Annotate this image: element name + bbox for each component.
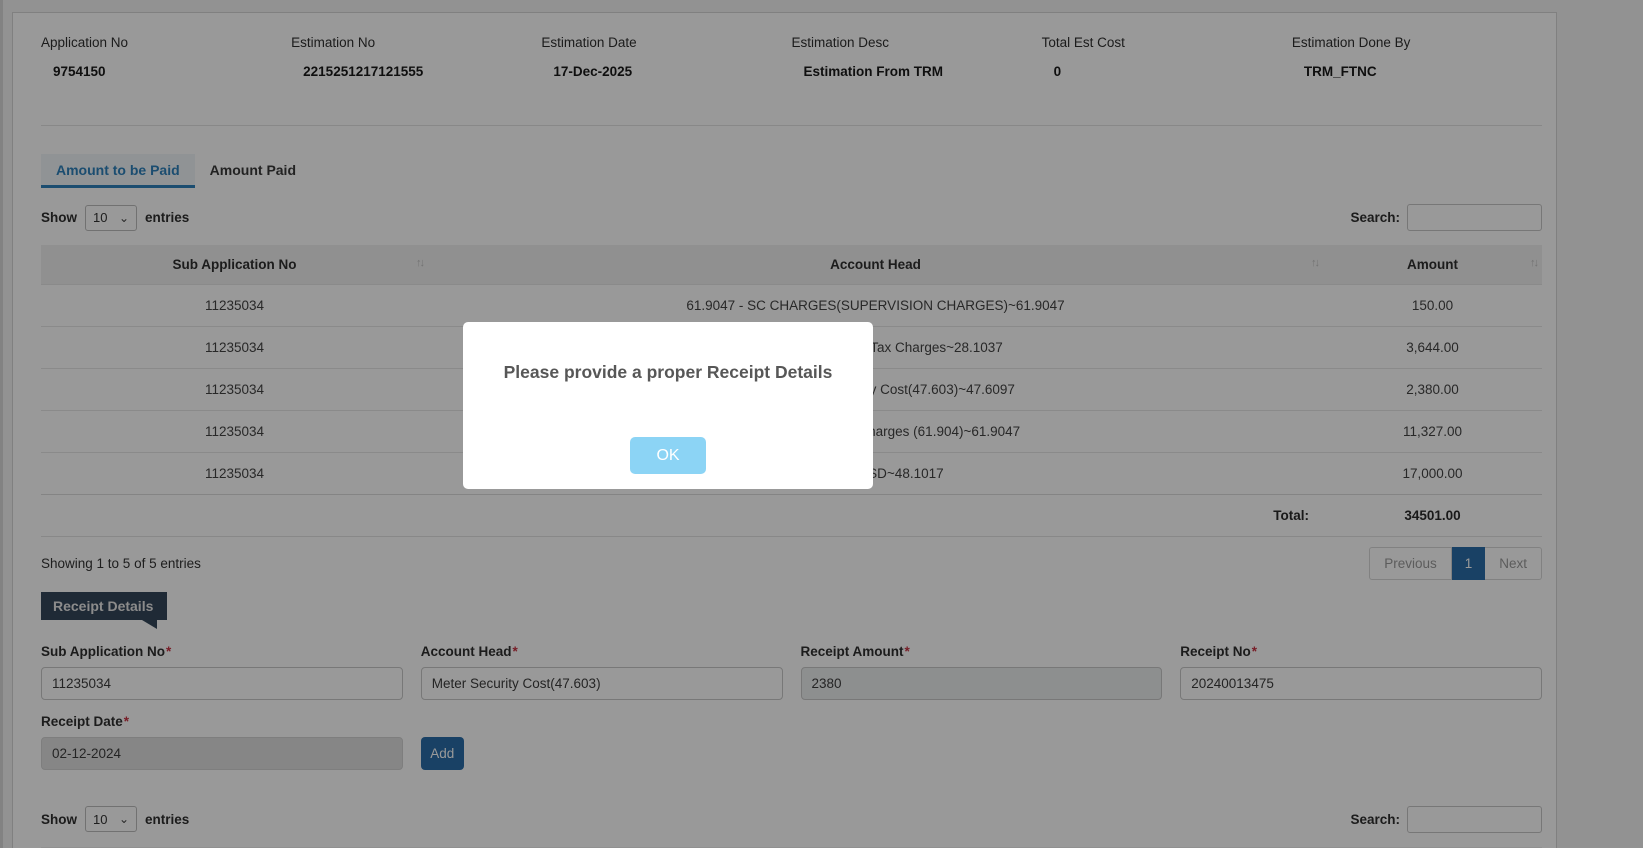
ok-button[interactable]: OK — [630, 437, 706, 474]
payment-estimation-page: Application No 9754150 Estimation No 221… — [0, 0, 1643, 848]
alert-message: Please provide a proper Receipt Details — [503, 362, 833, 382]
alert-dialog: Please provide a proper Receipt Details … — [463, 322, 873, 489]
